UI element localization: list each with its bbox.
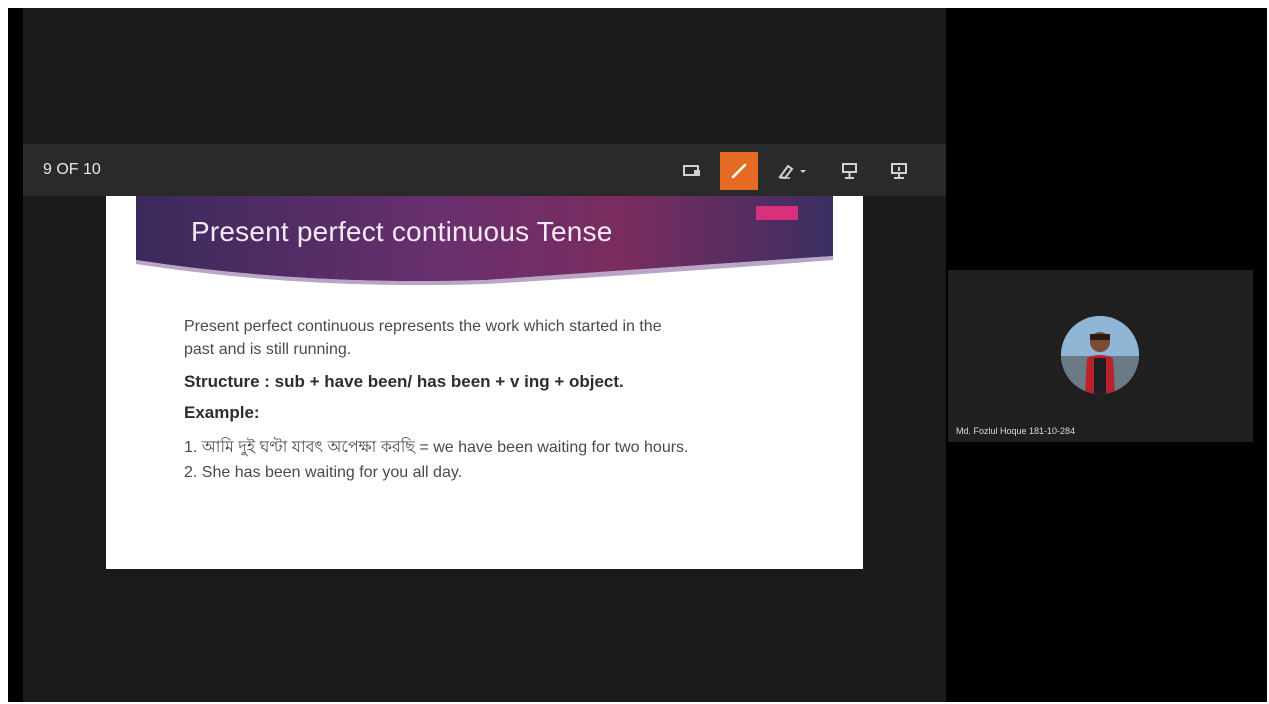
avatar-photo: [1061, 316, 1139, 394]
highlighter-icon: [778, 164, 806, 180]
screen-icon: [683, 165, 700, 176]
pen-button[interactable]: [720, 152, 758, 190]
slide-title: Present perfect continuous Tense: [191, 216, 613, 247]
presentation-slide: Present perfect continuous Tense Present…: [106, 196, 863, 569]
pen-icon: [731, 163, 747, 179]
example-2: 2. She has been waiting for you all day.: [184, 464, 463, 481]
participant-name: Md. Fozlul Hoque 181-10-284: [956, 426, 1076, 436]
example-heading: Example:: [184, 403, 260, 422]
example-1: 1. আমি দুই ঘণ্টা যাবৎ অপেক্ষা করছি = we …: [184, 439, 689, 456]
avatar: [1061, 316, 1139, 394]
pointer-icon: [842, 163, 857, 179]
presentation-toolbar: 9 OF 10: [23, 144, 946, 196]
structure-text: Structure : sub + have been/ has been + …: [184, 372, 624, 391]
pointer-button[interactable]: [831, 152, 869, 190]
meeting-window: 9 OF 10 Present perfect continuous Tense…: [8, 8, 1267, 702]
definition-line-2: past and is still running.: [184, 341, 352, 358]
presenter-icon: [891, 163, 907, 179]
highlighter-button[interactable]: [768, 152, 818, 190]
screen-button[interactable]: [673, 152, 711, 190]
presenter-button[interactable]: [880, 152, 918, 190]
slide-accent-tag: [756, 206, 798, 220]
participant-tile[interactable]: Md. Fozlul Hoque 181-10-284: [948, 270, 1253, 442]
slide-counter: 9 OF 10: [43, 161, 101, 178]
definition-line-1: Present perfect continuous represents th…: [184, 318, 662, 335]
